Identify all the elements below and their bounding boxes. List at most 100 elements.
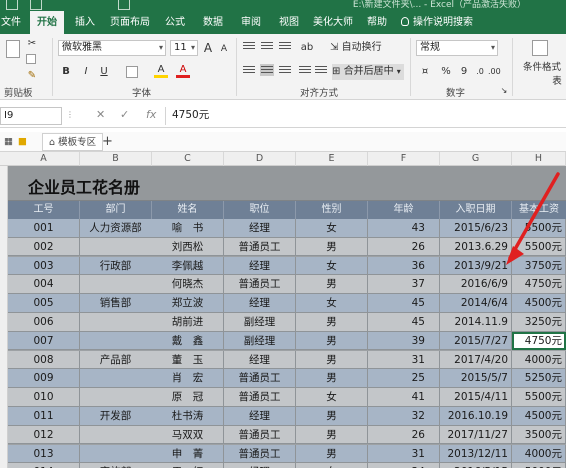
table-cell[interactable]: 24 [368, 463, 440, 468]
shrink-font-button[interactable]: A [218, 41, 230, 57]
conditional-format-icon[interactable] [532, 40, 548, 56]
table-cell[interactable]: 5250元 [512, 369, 566, 388]
table-cell[interactable]: 普通员工 [224, 444, 296, 463]
table-cell[interactable]: 012 [8, 425, 80, 444]
column-header[interactable]: F [368, 152, 440, 166]
underline-button[interactable]: U [98, 64, 110, 80]
table-cell[interactable]: 经理 [224, 256, 296, 275]
autosave-icon[interactable] [6, 0, 18, 10]
table-cell[interactable] [80, 426, 152, 444]
worksheet[interactable]: 企业员工花名册 工号 部门 姓名 职位 性别 年龄 入职日期 基本工资 001 人… [8, 166, 566, 468]
table-cell[interactable]: 3250元 [512, 313, 566, 331]
table-cell[interactable]: 014 [8, 463, 80, 468]
header-cell[interactable]: 年龄 [368, 201, 440, 219]
table-cell[interactable]: 2015/5/7 [440, 369, 512, 388]
format-as-table-button[interactable]: 表 [550, 74, 564, 90]
table-cell[interactable]: 005 [8, 294, 80, 313]
format-painter-icon[interactable]: ✎ [26, 68, 38, 84]
grow-font-button[interactable]: A [202, 40, 214, 56]
table-cell[interactable]: 39 [368, 331, 440, 350]
table-cell[interactable]: 男 [296, 444, 368, 463]
header-cell[interactable]: 部门 [80, 201, 152, 219]
table-cell[interactable]: 2017/11/27 [440, 425, 512, 444]
table-cell[interactable]: 31 [368, 350, 440, 369]
table-cell[interactable]: 2013/12/11 [440, 444, 512, 463]
table-cell[interactable] [80, 445, 152, 463]
table-cell[interactable]: 3750元 [512, 256, 566, 275]
align-top-icon[interactable] [242, 40, 256, 52]
table-cell[interactable]: 产品部 [80, 351, 152, 369]
header-cell[interactable]: 工号 [8, 201, 80, 219]
table-cell[interactable]: 008 [8, 350, 80, 369]
table-cell[interactable]: 女 [296, 256, 368, 275]
table-cell[interactable]: 原 冠 [152, 388, 224, 407]
table-cell[interactable]: 45 [368, 313, 440, 331]
name-box[interactable]: I9 [0, 107, 62, 125]
table-cell[interactable] [80, 275, 152, 293]
table-cell[interactable]: 007 [8, 331, 80, 350]
table-cell[interactable] [80, 313, 152, 331]
table-cell[interactable]: 经理 [224, 463, 296, 468]
table-cell[interactable]: 普通员工 [224, 388, 296, 407]
table-cell[interactable]: 女 [296, 219, 368, 237]
column-header[interactable]: E [296, 152, 368, 166]
header-cell[interactable]: 入职日期 [440, 201, 512, 219]
tab-help[interactable]: 帮助 [360, 11, 394, 34]
table-cell[interactable]: 经理 [224, 350, 296, 369]
table-cell[interactable]: 32 [368, 407, 440, 425]
table-cell[interactable]: 31 [368, 444, 440, 463]
table-cell[interactable]: 李佩越 [152, 256, 224, 275]
increase-decimal-icon[interactable]: .0 [474, 64, 486, 80]
currency-icon[interactable]: ¤ [418, 64, 432, 80]
table-cell[interactable]: 006 [8, 313, 80, 331]
table-cell[interactable]: 5500元 [512, 237, 566, 256]
tab-data[interactable]: 数据 [196, 11, 230, 34]
table-cell[interactable]: 45 [368, 294, 440, 313]
table-cell[interactable]: 男 [296, 331, 368, 350]
table-cell[interactable]: 26 [368, 425, 440, 444]
column-header[interactable]: D [224, 152, 296, 166]
table-cell[interactable]: 副经理 [224, 313, 296, 331]
table-cell[interactable]: 客旅部 [80, 463, 152, 468]
table-cell[interactable]: 男 [296, 350, 368, 369]
tab-review[interactable]: 审阅 [234, 11, 268, 34]
fill-color-button[interactable]: A [154, 62, 168, 78]
table-cell[interactable]: 2015/4/11 [440, 388, 512, 407]
grid-icon[interactable]: ▦ [4, 133, 13, 151]
namebox-dropdown-icon[interactable]: ⋮ [66, 110, 74, 119]
font-name-select[interactable]: 微软雅黑 ▾ [58, 40, 166, 56]
table-cell[interactable]: 肖 宏 [152, 369, 224, 388]
tell-me-search[interactable]: 操作说明搜索 [398, 11, 476, 34]
column-header[interactable]: H [512, 152, 566, 166]
table-cell[interactable]: 2016/5/15 [440, 463, 512, 468]
bold-button[interactable]: B [60, 64, 72, 80]
align-right-icon[interactable] [278, 64, 292, 76]
align-center-icon[interactable] [260, 64, 274, 76]
percent-button[interactable]: % [440, 64, 452, 80]
table-cell[interactable]: 销售部 [80, 294, 152, 312]
tab-home[interactable]: 开始 [30, 11, 64, 34]
table-cell[interactable]: 开发部 [80, 407, 152, 425]
selected-cell[interactable]: 4750元 [512, 331, 566, 350]
cut-icon[interactable]: ✂ [26, 36, 38, 52]
table-cell[interactable]: 杜书涛 [152, 407, 224, 425]
number-dialog-launcher-icon[interactable]: ↘ [500, 83, 508, 99]
table-cell[interactable]: 43 [368, 219, 440, 237]
table-cell[interactable] [80, 332, 152, 350]
table-cell[interactable]: 4500元 [512, 294, 566, 313]
header-cell[interactable]: 姓名 [152, 201, 224, 219]
table-cell[interactable]: 2016/6/9 [440, 275, 512, 294]
table-cell[interactable]: 女 [296, 388, 368, 407]
tab-file[interactable]: 文件 [0, 11, 22, 34]
tab-view[interactable]: 视图 [272, 11, 306, 34]
table-cell[interactable]: 2015/6/23 [440, 219, 512, 237]
table-cell[interactable]: 25 [368, 369, 440, 388]
table-cell[interactable]: 普通员工 [224, 237, 296, 256]
table-cell[interactable]: 010 [8, 388, 80, 407]
table-cell[interactable]: 何晓杰 [152, 275, 224, 294]
undo-icon[interactable] [30, 0, 42, 10]
column-header[interactable]: G [440, 152, 512, 166]
orientation-icon[interactable]: ab [300, 40, 314, 56]
header-cell[interactable]: 性别 [296, 201, 368, 219]
increase-indent-icon[interactable] [314, 64, 328, 76]
